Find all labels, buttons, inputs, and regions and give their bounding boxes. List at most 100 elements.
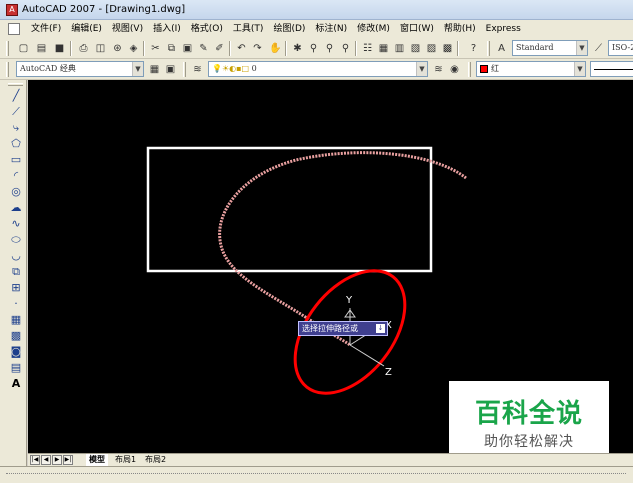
arc-icon[interactable]: ◜	[8, 169, 24, 183]
layer-manager-icon[interactable]: ≋	[190, 62, 205, 77]
redo-icon[interactable]: ↷	[250, 41, 265, 56]
chevron-down-icon[interactable]: ▼	[132, 62, 143, 76]
polygon-icon[interactable]: ⬠	[8, 137, 24, 151]
menu-view[interactable]: 视图(V)	[107, 23, 148, 35]
hatch-icon[interactable]: ▦	[8, 313, 24, 327]
layer-previous-icon[interactable]: ◉	[447, 62, 462, 77]
tab-layout2[interactable]: 布局2	[142, 454, 169, 466]
menu-express[interactable]: Express	[481, 23, 526, 35]
workspace-value: AutoCAD 经典	[20, 64, 76, 73]
new-file-icon[interactable]: ▢	[16, 41, 31, 56]
text-style-select[interactable]: Standard ▼	[512, 40, 588, 56]
polyline-icon[interactable]: ⤷	[8, 121, 24, 135]
publish-web-icon[interactable]: ◈	[126, 41, 141, 56]
ellipse-arc-icon[interactable]: ◡	[8, 249, 24, 263]
region-icon[interactable]: ◙	[8, 345, 24, 359]
toolbar-separator	[457, 41, 459, 56]
text-style-icon[interactable]: A	[494, 41, 509, 56]
spline-icon[interactable]: ∿	[8, 217, 24, 231]
plot-icon[interactable]: ⎙	[76, 41, 91, 56]
menu-insert[interactable]: 插入(I)	[148, 23, 186, 35]
document-icon[interactable]	[8, 23, 20, 35]
last-tab-icon[interactable]: ▶|	[63, 455, 73, 465]
zoom-realtime-icon[interactable]: ⚲	[306, 41, 321, 56]
sweep-path-curve[interactable]	[218, 151, 467, 347]
table-icon[interactable]: ▤	[8, 361, 24, 375]
menu-draw[interactable]: 绘图(D)	[268, 23, 310, 35]
point-icon[interactable]: ·	[8, 297, 24, 311]
pan-realtime-icon[interactable]: ✱	[290, 41, 305, 56]
undo-icon[interactable]: ↶	[234, 41, 249, 56]
copy-icon[interactable]: ⧉	[164, 41, 179, 56]
color-select[interactable]: 红 ▼	[476, 61, 586, 77]
linetype-select[interactable]	[590, 61, 633, 77]
command-line-bar[interactable]	[0, 466, 633, 483]
rectangle-icon[interactable]: ▭	[8, 153, 24, 167]
next-tab-icon[interactable]: ▶	[52, 455, 62, 465]
publish-icon[interactable]: ⊛	[110, 41, 125, 56]
menu-dimension[interactable]: 标注(N)	[310, 23, 352, 35]
toolbar-grip[interactable]	[8, 83, 23, 86]
properties-icon[interactable]: ☷	[360, 41, 375, 56]
save-icon[interactable]: ■	[52, 41, 67, 56]
construction-line-icon[interactable]: ⟋	[8, 105, 24, 119]
dim-style-icon[interactable]: ⟋	[591, 41, 606, 56]
paste-icon[interactable]: ▣	[180, 41, 195, 56]
toolbar-grip[interactable]	[183, 62, 186, 77]
plot-preview-icon[interactable]: ◫	[93, 41, 108, 56]
ucs-z-label: Z	[385, 367, 392, 378]
make-block-icon[interactable]: ⊞	[8, 281, 24, 295]
menu-file[interactable]: 文件(F)	[26, 23, 66, 35]
revision-cloud-icon[interactable]: ☁	[8, 201, 24, 215]
tab-layout1[interactable]: 布局1	[112, 454, 139, 466]
chevron-down-icon[interactable]: ▼	[416, 62, 427, 76]
dim-style-select[interactable]: ISO-2	[608, 40, 633, 56]
menu-tools[interactable]: 工具(T)	[228, 23, 269, 35]
layer-select[interactable]: 💡☀◐▪□ 0 ▼	[208, 61, 428, 77]
line-icon[interactable]: ╱	[8, 89, 24, 103]
pan-icon[interactable]: ✋	[268, 41, 283, 56]
chevron-down-icon[interactable]: ▼	[576, 41, 587, 55]
gradient-icon[interactable]: ▩	[8, 329, 24, 343]
open-file-icon[interactable]: ▤	[34, 41, 49, 56]
menu-help[interactable]: 帮助(H)	[439, 23, 481, 35]
quickcalc-icon[interactable]: ▩	[440, 41, 455, 56]
sheet-set-icon[interactable]: ▧	[408, 41, 423, 56]
workspace-settings-icon[interactable]: ▦	[147, 62, 162, 77]
toolbar-separator	[70, 41, 72, 56]
workspace-select[interactable]: AutoCAD 经典 ▼	[16, 61, 144, 77]
markup-set-icon[interactable]: ▨	[424, 41, 439, 56]
zoom-window-icon[interactable]: ⚲	[322, 41, 337, 56]
ellipse-icon[interactable]: ⬭	[8, 233, 24, 247]
first-tab-icon[interactable]: |◀	[30, 455, 40, 465]
design-center-icon[interactable]: ▦	[376, 41, 391, 56]
multiline-text-icon[interactable]: A	[8, 377, 24, 391]
cut-icon[interactable]: ✂	[148, 41, 163, 56]
menu-window[interactable]: 窗口(W)	[395, 23, 439, 35]
tool-palettes-icon[interactable]: ▥	[392, 41, 407, 56]
ucs-z-axis	[349, 344, 385, 367]
toolbar-grip[interactable]	[468, 62, 471, 77]
autocad-app-icon[interactable]: A	[6, 4, 18, 16]
menu-format[interactable]: 格式(O)	[186, 23, 228, 35]
help-icon[interactable]: ?	[466, 41, 481, 56]
options-down-arrow-icon[interactable]: ↓	[376, 324, 385, 333]
tab-model[interactable]: 模型	[86, 454, 108, 466]
zoom-previous-icon[interactable]: ⚲	[338, 41, 353, 56]
workspace-save-icon[interactable]: ▣	[163, 62, 178, 77]
insert-block-icon[interactable]: ⧉	[8, 265, 24, 279]
block-editor-icon[interactable]: ✐	[212, 41, 227, 56]
command-line-separator	[6, 473, 626, 476]
toolbar-grip[interactable]	[6, 62, 9, 77]
chevron-down-icon[interactable]: ▼	[574, 62, 585, 76]
menu-edit[interactable]: 编辑(E)	[66, 23, 107, 35]
menu-modify[interactable]: 修改(M)	[352, 23, 395, 35]
rectangle-object[interactable]	[146, 146, 433, 273]
make-object-layer-current-icon[interactable]: ≋	[431, 62, 446, 77]
match-properties-icon[interactable]: ✎	[196, 41, 211, 56]
prev-tab-icon[interactable]: ◀	[41, 455, 51, 465]
toolbar-grip[interactable]	[6, 41, 9, 56]
dim-style-value: ISO-2	[612, 43, 633, 52]
toolbar-grip[interactable]	[487, 41, 490, 56]
circle-icon[interactable]: ◎	[8, 185, 24, 199]
